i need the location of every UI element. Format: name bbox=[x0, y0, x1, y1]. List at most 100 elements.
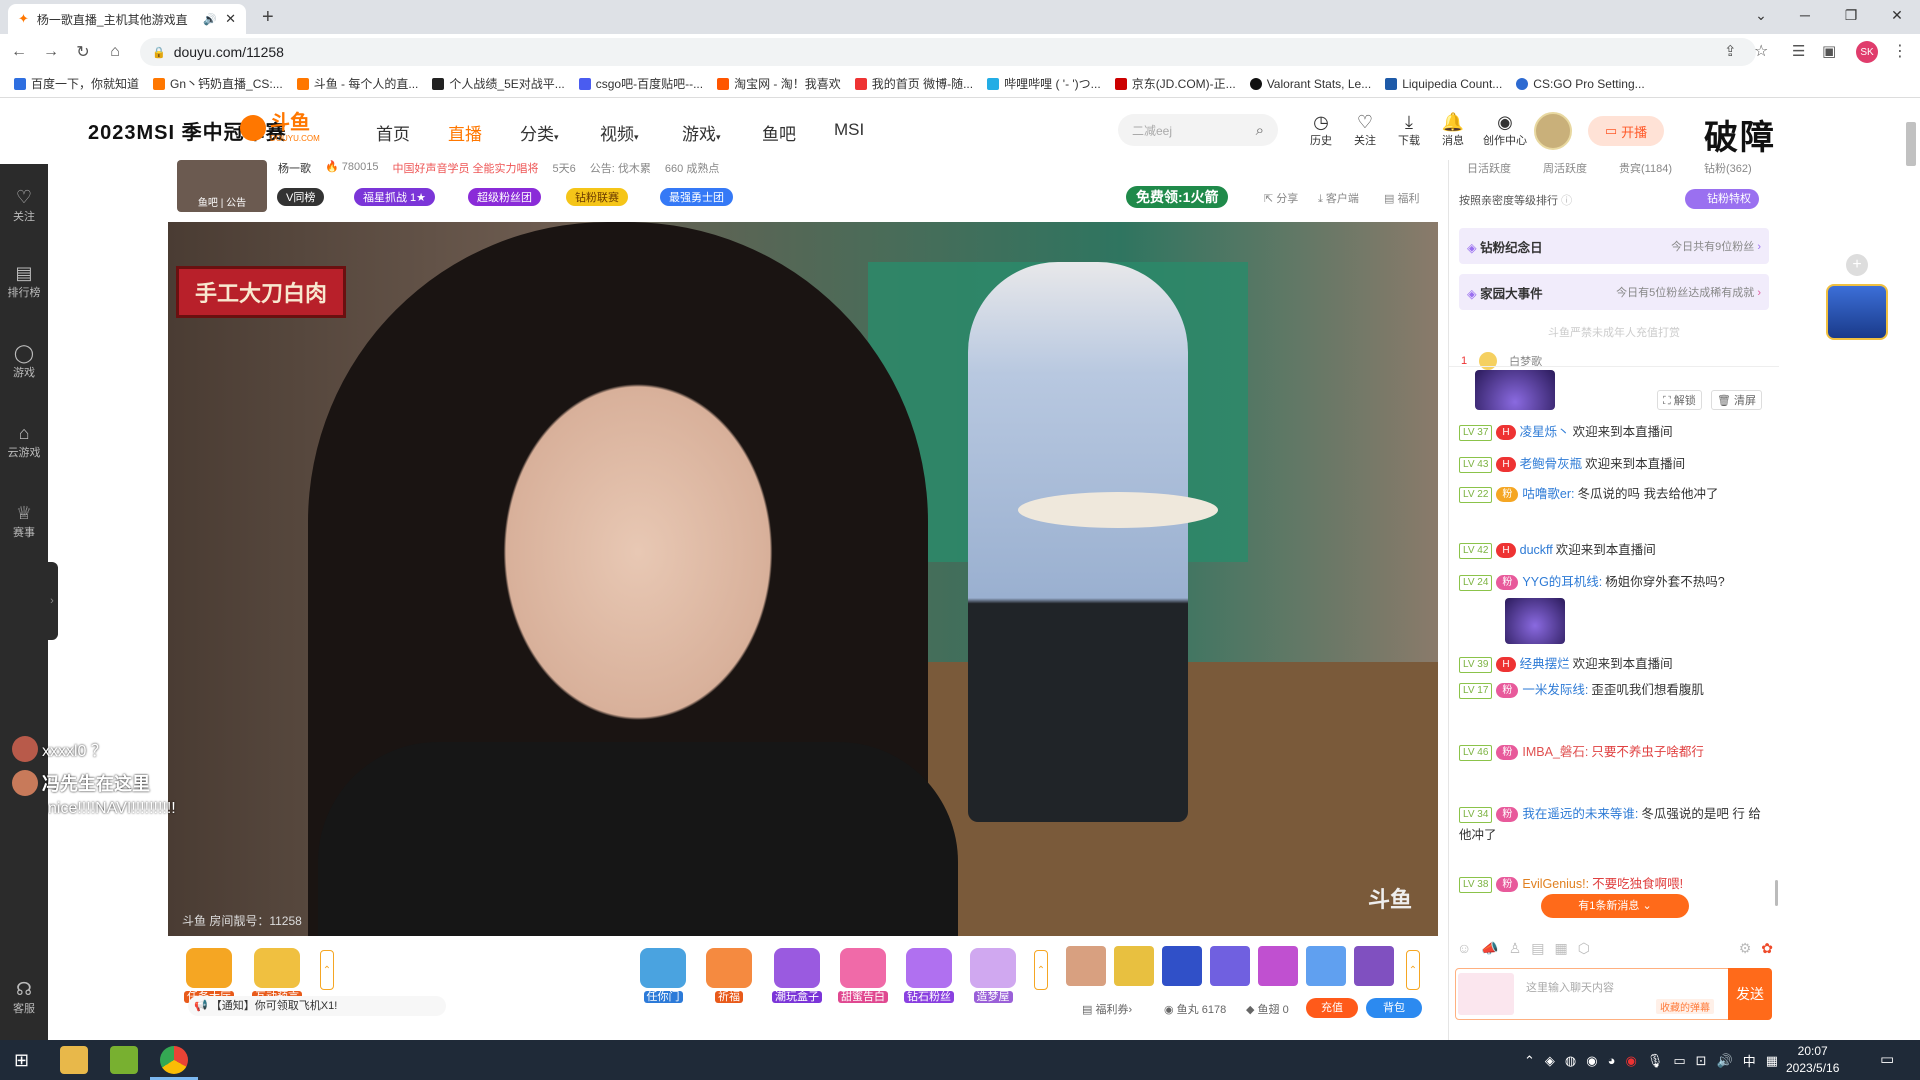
pill-warrior-team[interactable]: 最强勇士团 bbox=[660, 188, 733, 206]
creator-center-button[interactable]: ◉ 创作中心 bbox=[1480, 112, 1530, 148]
go-live-button[interactable]: ▭ 开播 bbox=[1588, 116, 1664, 146]
nav-video[interactable]: 视频▾ bbox=[600, 120, 639, 145]
pill-lucky-star[interactable]: 福星抓战 1★ bbox=[354, 188, 436, 206]
gift-item[interactable] bbox=[1354, 946, 1394, 986]
nav-live[interactable]: 直播 bbox=[448, 120, 482, 145]
gift-item[interactable] bbox=[1162, 946, 1202, 986]
browser-tab[interactable]: ✦ 杨一歌直播_主机其他游戏直 🔊 ✕ bbox=[8, 4, 246, 34]
tab-daily[interactable]: 日活跃度 bbox=[1467, 160, 1511, 176]
bookmark-item[interactable]: 百度一下，你就知道 bbox=[14, 75, 139, 92]
nav-yuba[interactable]: 鱼吧 bbox=[762, 120, 796, 145]
clear-screen-button[interactable]: 🗑 清屏 bbox=[1711, 390, 1763, 410]
reload-icon[interactable]: ↻ bbox=[70, 39, 96, 65]
pill-super-fans[interactable]: 超级粉丝团 bbox=[468, 188, 541, 206]
warrior-team-badge[interactable] bbox=[1826, 284, 1888, 340]
reading-list-icon[interactable]: ☰ bbox=[1792, 42, 1805, 60]
douyu-logo[interactable]: 斗鱼 DOUYU.COM bbox=[240, 112, 320, 143]
pill-vrank[interactable]: V同榜 bbox=[277, 188, 325, 206]
free-rocket-button[interactable]: 免费领:1火箭 bbox=[1126, 186, 1229, 208]
tab-weekly[interactable]: 周活跃度 bbox=[1543, 160, 1587, 176]
rail-games[interactable]: ◯ 游戏 bbox=[0, 342, 48, 380]
gift-item[interactable] bbox=[1210, 946, 1250, 986]
notification-icon[interactable]: ▭ bbox=[1880, 1050, 1894, 1068]
recharge-button[interactable]: 充值 bbox=[1306, 998, 1358, 1018]
taskbar-app-owl[interactable] bbox=[60, 1046, 88, 1074]
saved-barrage-button[interactable]: 收藏的弹幕 bbox=[1656, 999, 1714, 1014]
gift-item[interactable] bbox=[1114, 946, 1154, 986]
rail-expand-handle[interactable]: › bbox=[46, 562, 58, 640]
gift-item[interactable] bbox=[1066, 946, 1106, 986]
bookmark-item[interactable]: Liquipedia Count... bbox=[1385, 77, 1502, 91]
send-button[interactable]: 发送 bbox=[1728, 968, 1772, 1020]
image-icon[interactable]: ▦ bbox=[1555, 940, 1568, 957]
diamond-anniversary-card[interactable]: ◈ 钻粉纪念日 今日共有9位粉丝 › bbox=[1459, 228, 1769, 264]
address-field[interactable]: 🔒 douyu.com/11258 bbox=[140, 38, 1756, 66]
welfare-button[interactable]: ▤ 福利 bbox=[1384, 190, 1419, 206]
client-button[interactable]: ⤓ 客户端 bbox=[1318, 190, 1359, 206]
bookmark-item[interactable]: 京东(JD.COM)-正... bbox=[1114, 75, 1236, 92]
rail-follow[interactable]: ♡ 关注 bbox=[0, 186, 48, 224]
taskbar-chrome-icon[interactable] bbox=[160, 1046, 188, 1074]
red-packet-icon[interactable]: ✿ bbox=[1761, 940, 1773, 957]
rail-cloud-game[interactable]: ⌂ 云游戏 bbox=[0, 422, 48, 460]
bookmark-item[interactable]: Valorant Stats, Le... bbox=[1249, 77, 1371, 91]
diamond-privilege-button[interactable]: 钻粉特权 bbox=[1685, 189, 1759, 209]
back-icon[interactable]: ← bbox=[6, 39, 32, 65]
search-input[interactable]: 二减eej ⌕ bbox=[1118, 114, 1278, 146]
forward-icon[interactable]: → bbox=[38, 39, 64, 65]
tray-security-icon[interactable]: ◉ bbox=[1586, 1053, 1597, 1069]
bookmark-item[interactable]: 我的首页 微博-随... bbox=[854, 75, 973, 92]
download-button[interactable]: ⤓ 下载 bbox=[1392, 112, 1426, 148]
follow-button[interactable]: ♡ 关注 bbox=[1348, 112, 1382, 148]
side-panel-icon[interactable]: ▣ bbox=[1822, 42, 1836, 60]
gift-confession[interactable]: 甜蜜告白 bbox=[838, 948, 888, 1004]
gift-scroll-left[interactable]: ⌃ bbox=[1034, 950, 1048, 990]
audio-icon[interactable]: 🔊 bbox=[203, 13, 217, 26]
add-circle-icon[interactable]: + bbox=[1846, 254, 1868, 276]
bookmark-item[interactable]: CS:GO Pro Setting... bbox=[1516, 77, 1645, 91]
nav-msi[interactable]: MSI bbox=[834, 120, 864, 140]
menu-kebab-icon[interactable]: ⋮ bbox=[1892, 41, 1908, 61]
streamer-avatar[interactable]: 鱼吧 | 公告 bbox=[177, 160, 267, 212]
ime-indicator[interactable]: 中 bbox=[1743, 1051, 1756, 1070]
unlock-button[interactable]: ⛶ 解锁 bbox=[1657, 390, 1702, 410]
minimize-button[interactable]: ─ bbox=[1782, 0, 1828, 30]
maximize-button[interactable]: ❐ bbox=[1828, 0, 1874, 30]
share-icon[interactable]: ⇪ bbox=[1724, 42, 1737, 60]
streamer-name[interactable]: 杨一歌 bbox=[278, 160, 311, 176]
page-scrollbar[interactable] bbox=[1906, 122, 1916, 166]
promo-banner[interactable]: 破障 bbox=[1704, 110, 1776, 159]
gift-renmen[interactable]: 任你门 bbox=[638, 948, 688, 1004]
windows-start-icon[interactable]: ⊞ bbox=[14, 1050, 29, 1071]
nav-category[interactable]: 分类▾ bbox=[520, 120, 559, 145]
badge-icon[interactable]: ♙ bbox=[1509, 940, 1522, 957]
pill-diamond-league[interactable]: 钻粉联赛 bbox=[566, 188, 628, 206]
rail-ranking[interactable]: ▤ 排行榜 bbox=[0, 262, 48, 300]
gift-blessing[interactable]: 祈福 bbox=[704, 948, 754, 1004]
message-button[interactable]: 🔔 消息 bbox=[1436, 112, 1470, 148]
gift-scroll-right[interactable]: ⌃ bbox=[1406, 950, 1420, 990]
profile-avatar[interactable]: SK bbox=[1856, 41, 1878, 63]
hex-icon[interactable]: ⬡ bbox=[1578, 940, 1590, 957]
home-event-card[interactable]: ◈ 家园大事件 今日有5位粉丝达成稀有成就 › bbox=[1459, 274, 1769, 310]
bookmark-star-icon[interactable]: ☆ bbox=[1754, 41, 1768, 61]
rank-row-1[interactable]: 1 白梦歌 bbox=[1461, 352, 1542, 370]
gift-item[interactable] bbox=[1258, 946, 1298, 986]
bookmark-item[interactable]: 个人战绩_5E对战平... bbox=[432, 75, 565, 92]
search-icon[interactable]: ⌕ bbox=[1256, 122, 1264, 139]
rail-events[interactable]: ♕ 赛事 bbox=[0, 502, 48, 540]
settings-icon[interactable]: ⚙ bbox=[1739, 940, 1752, 957]
clock[interactable]: 20:07 2023/5/16 bbox=[1786, 1043, 1839, 1077]
tray-cat-icon[interactable]: ◕ bbox=[1608, 1053, 1616, 1068]
rail-support[interactable]: ☊ 客服 bbox=[0, 978, 48, 1016]
bookmark-item[interactable]: 哔哩哔哩 ( '- ')つ... bbox=[987, 75, 1101, 92]
bookmark-item[interactable]: Gn丶钙奶直播_CS:... bbox=[153, 75, 283, 92]
taskbar-app-game[interactable] bbox=[110, 1046, 138, 1074]
nav-home[interactable]: 首页 bbox=[376, 120, 410, 145]
gift-item[interactable] bbox=[1306, 946, 1346, 986]
tab-search-icon[interactable]: ⌄ bbox=[1738, 0, 1784, 30]
new-tab-button[interactable]: + bbox=[262, 6, 274, 29]
tab-diamond[interactable]: 钻粉(362) bbox=[1704, 160, 1752, 176]
welfare-link[interactable]: ▤ 福利券› bbox=[1082, 1001, 1132, 1017]
new-messages-button[interactable]: 有1条新消息 ⌄ bbox=[1541, 894, 1689, 918]
